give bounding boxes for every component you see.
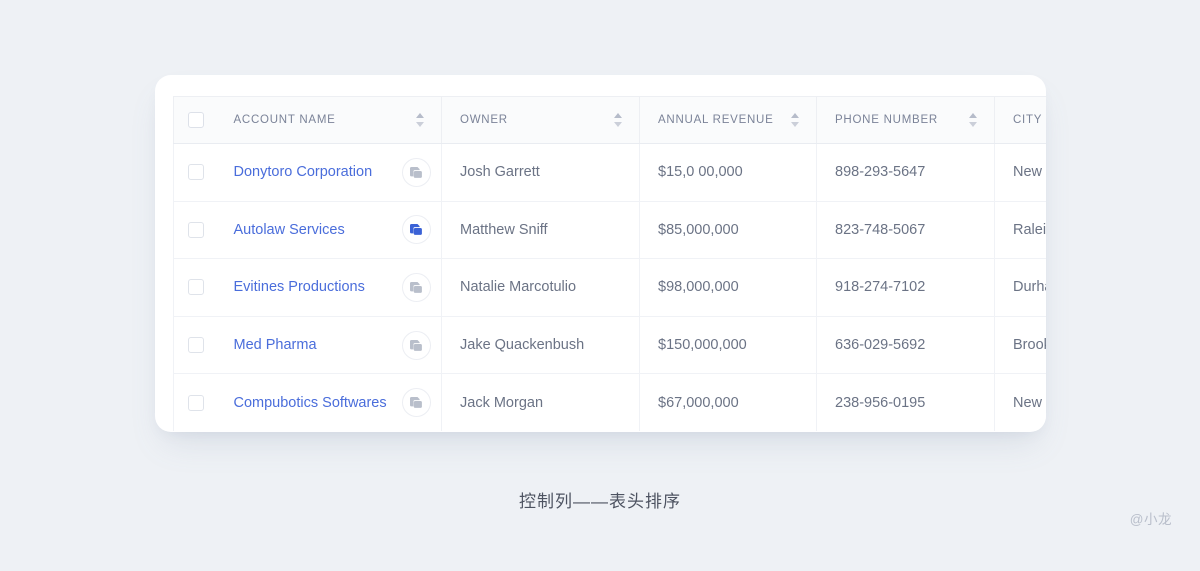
header-select-all-cell bbox=[173, 96, 216, 144]
copy-icon[interactable] bbox=[402, 215, 431, 245]
city-text: New York bbox=[1013, 394, 1046, 411]
cell-city: Raleigh bbox=[994, 201, 1046, 260]
caption-text: 控制列——表头排序 bbox=[519, 492, 681, 511]
column-header-owner[interactable]: OWNER bbox=[441, 96, 640, 144]
city-text: New York bbox=[1013, 164, 1046, 181]
column-header-label: ACCOUNT NAME bbox=[233, 114, 336, 126]
table-row[interactable]: Med Pharma Jake Quackenbush $150,000,000 63… bbox=[173, 316, 1046, 375]
cell-phone-number: 898-293-5647 bbox=[816, 143, 995, 202]
column-header-city[interactable]: CITY bbox=[994, 96, 1046, 144]
column-header-label: OWNER bbox=[460, 114, 508, 126]
cell-city: Durham bbox=[994, 258, 1046, 317]
cell-annual-revenue: $150,000,000 bbox=[639, 316, 817, 375]
cell-account-name: Compubotics Softwares bbox=[215, 373, 442, 432]
cell-phone-number: 238-956-0195 bbox=[816, 373, 995, 432]
header-row: ACCOUNT NAME OWNER ANNUAL REVENUE PHONE … bbox=[173, 96, 1046, 144]
column-header-phone-number[interactable]: PHONE NUMBER bbox=[816, 96, 995, 144]
accounts-table-card: ACCOUNT NAME OWNER ANNUAL REVENUE PHONE … bbox=[155, 75, 1046, 432]
account-name-link[interactable]: Autolaw Services bbox=[234, 222, 345, 238]
table-row[interactable]: Compubotics Softwares Jack Morgan $67,000,… bbox=[173, 373, 1046, 432]
account-name-link[interactable]: Evitines Productions bbox=[234, 279, 365, 295]
cell-phone-number: 823-748-5067 bbox=[816, 201, 995, 260]
table-body: Donytoro Corporation Josh Garrett $15,0 00… bbox=[173, 143, 1046, 432]
cell-phone-number: 918-274-7102 bbox=[816, 258, 995, 317]
column-header-label: PHONE NUMBER bbox=[835, 114, 938, 126]
cell-phone-number: 636-029-5692 bbox=[816, 316, 995, 375]
row-checkbox[interactable] bbox=[188, 221, 204, 238]
account-name-link[interactable]: Compubotics Softwares bbox=[234, 395, 387, 411]
cell-owner: Natalie Marcotulio bbox=[441, 258, 640, 317]
row-checkbox[interactable] bbox=[188, 164, 204, 181]
cell-annual-revenue: $98,000,000 bbox=[639, 258, 817, 317]
row-select-cell bbox=[173, 201, 216, 260]
accounts-table: ACCOUNT NAME OWNER ANNUAL REVENUE PHONE … bbox=[173, 96, 1046, 432]
cell-city: New York bbox=[994, 373, 1046, 432]
account-name-link[interactable]: Med Pharma bbox=[234, 337, 317, 353]
sort-icon[interactable] bbox=[614, 113, 623, 127]
sort-icon[interactable] bbox=[416, 113, 425, 127]
cell-owner: Jake Quackenbush bbox=[441, 316, 640, 375]
column-header-label: ANNUAL REVENUE bbox=[658, 114, 774, 126]
cell-annual-revenue: $85,000,000 bbox=[639, 201, 817, 260]
cell-annual-revenue: $15,0 00,000 bbox=[639, 143, 817, 202]
table-row[interactable]: Donytoro Corporation Josh Garrett $15,0 00… bbox=[173, 143, 1046, 202]
column-header-annual-revenue[interactable]: ANNUAL REVENUE bbox=[639, 96, 817, 144]
cell-city: New York bbox=[994, 143, 1046, 202]
city-text: Raleigh bbox=[1013, 221, 1046, 238]
cell-owner: Matthew Sniff bbox=[441, 201, 640, 260]
table-header: ACCOUNT NAME OWNER ANNUAL REVENUE PHONE … bbox=[173, 96, 1046, 144]
column-header-account-name[interactable]: ACCOUNT NAME bbox=[215, 96, 442, 144]
row-select-cell bbox=[173, 373, 216, 432]
row-select-cell bbox=[173, 143, 216, 202]
copy-icon[interactable] bbox=[402, 272, 431, 302]
copy-icon[interactable] bbox=[402, 157, 431, 187]
cell-owner: Josh Garrett bbox=[441, 143, 640, 202]
row-checkbox[interactable] bbox=[188, 394, 204, 411]
watermark: @小龙 bbox=[1129, 512, 1172, 527]
sort-icon[interactable] bbox=[969, 113, 978, 127]
cell-city: Brooklyn bbox=[994, 316, 1046, 375]
cell-account-name: Med Pharma bbox=[215, 316, 442, 375]
city-text: Durham bbox=[1013, 279, 1046, 296]
account-name-link[interactable]: Donytoro Corporation bbox=[234, 164, 373, 180]
cell-account-name: Evitines Productions bbox=[215, 258, 442, 317]
copy-icon[interactable] bbox=[402, 388, 431, 418]
table-row[interactable]: Evitines Productions Natalie Marcotulio $9… bbox=[173, 258, 1046, 317]
cell-annual-revenue: $67,000,000 bbox=[639, 373, 817, 432]
cell-owner: Jack Morgan bbox=[441, 373, 640, 432]
row-checkbox[interactable] bbox=[188, 279, 204, 296]
city-text: Brooklyn bbox=[1013, 337, 1046, 354]
row-select-cell bbox=[173, 316, 216, 375]
copy-icon[interactable] bbox=[402, 330, 431, 360]
sort-icon[interactable] bbox=[791, 113, 800, 127]
cell-account-name: Donytoro Corporation bbox=[215, 143, 442, 202]
table-row[interactable]: Autolaw Services Matthew Sniff $85,000,000… bbox=[173, 201, 1046, 260]
cell-account-name: Autolaw Services bbox=[215, 201, 442, 260]
select-all-checkbox[interactable] bbox=[188, 112, 204, 128]
row-checkbox[interactable] bbox=[188, 337, 204, 354]
row-select-cell bbox=[173, 258, 216, 317]
column-header-label: CITY bbox=[1013, 114, 1043, 126]
